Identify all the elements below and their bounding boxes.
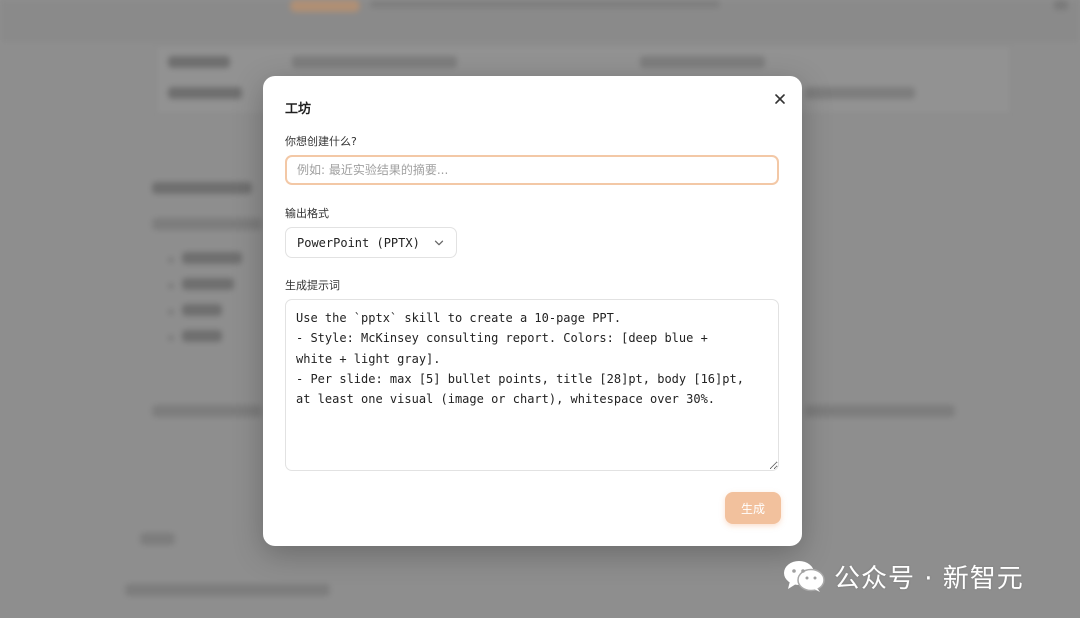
wechat-icon xyxy=(784,561,825,592)
background-text xyxy=(168,87,242,99)
background-text xyxy=(805,405,955,417)
format-select[interactable]: PowerPoint (PPTX) xyxy=(285,227,457,258)
format-select-value: PowerPoint (PPTX) xyxy=(297,236,420,250)
background-text xyxy=(140,533,175,545)
background-topline xyxy=(370,0,720,8)
dialog-title: 工坊 xyxy=(285,102,312,117)
chevron-down-icon xyxy=(434,240,444,246)
background-bullet xyxy=(168,309,174,315)
background-bullet xyxy=(168,335,174,341)
background-text xyxy=(152,218,262,230)
generate-button[interactable]: 生成 xyxy=(725,492,781,524)
background-text xyxy=(292,56,457,68)
format-label: 输出格式 xyxy=(285,207,329,220)
background-corner xyxy=(1054,0,1068,10)
background-text xyxy=(125,584,330,596)
background-text xyxy=(152,182,252,194)
background-text xyxy=(182,278,234,290)
close-button[interactable] xyxy=(769,88,791,110)
background-text xyxy=(805,87,915,99)
generation-prompt-textarea[interactable]: Use the `pptx` skill to create a 10-page… xyxy=(285,299,779,471)
generation-prompt-label: 生成提示词 xyxy=(285,279,340,292)
background-text xyxy=(152,405,262,417)
background-text xyxy=(182,252,242,264)
close-icon xyxy=(775,94,785,104)
background-bullet xyxy=(168,257,174,263)
workshop-dialog: 工坊 你想创建什么? 输出格式 PowerPoint (PPTX) 生成提示词 … xyxy=(263,76,802,546)
watermark-text: 公众号 · 新智元 xyxy=(834,563,1024,594)
background-text xyxy=(182,304,222,316)
background-pill xyxy=(290,0,360,12)
background-text xyxy=(182,330,222,342)
watermark: 公众号 · 新智元 xyxy=(782,556,1024,596)
prompt-label: 你想创建什么? xyxy=(285,135,357,148)
background-text xyxy=(640,56,765,68)
prompt-input[interactable] xyxy=(285,155,779,185)
background-text xyxy=(168,56,230,68)
background-bullet xyxy=(168,283,174,289)
